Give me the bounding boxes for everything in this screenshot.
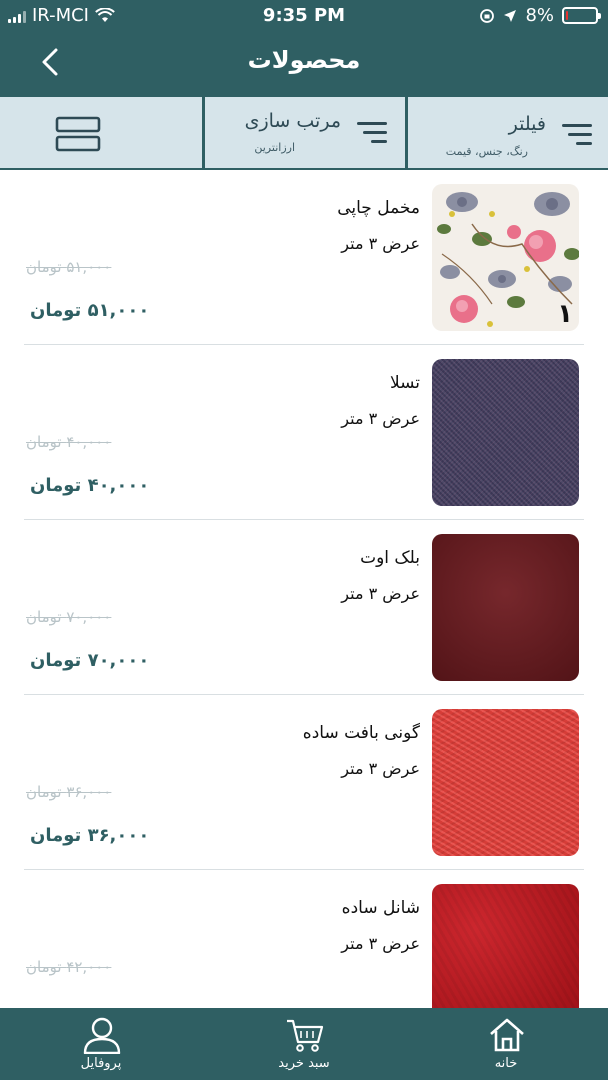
price: ۷۰,۰۰۰ تومان [30,650,150,671]
view-toggle-button[interactable] [0,97,202,168]
product-width: عرض ۳ متر [341,409,420,428]
rotation-lock-icon [480,8,495,23]
list-item[interactable]: تسلا عرض ۳ متر ۴۰,۰۰۰ تومان ۴۰,۰۰۰ تومان [0,345,608,520]
old-price: ۵۱,۰۰۰ تومان [26,258,112,276]
tab-cart-label: سبد خرید [278,1056,330,1071]
product-list: ۱ مخمل چاپی عرض ۳ متر ۵۱,۰۰۰ تومان ۵۱,۰۰… [0,170,608,1008]
price: ۴۰,۰۰۰ تومان [30,475,150,496]
product-thumbnail[interactable] [432,534,579,681]
cart-icon [287,1019,324,1052]
product-thumbnail[interactable] [432,359,579,506]
list-item[interactable]: ۱ مخمل چاپی عرض ۳ متر ۵۱,۰۰۰ تومان ۵۱,۰۰… [0,170,608,345]
page-title: محصولات [247,46,361,74]
filter-sub-label: رنگ، جنس، قیمت [445,145,528,158]
product-name: مخمل چاپی [337,198,420,218]
product-name: بلک اوت [360,548,420,568]
tab-home[interactable]: خانه [446,1008,566,1080]
tab-bar: خانه سبد خرید پروفایل [0,1008,608,1080]
tab-cart[interactable]: سبد خرید [244,1008,364,1080]
price: ۵۱,۰۰۰ تومان [30,300,150,321]
product-width: عرض ۳ متر [341,934,420,953]
price: ۳۶,۰۰۰ تومان [30,825,150,846]
sort-label: مرتب سازی [244,110,341,132]
product-width: عرض ۳ متر [341,759,420,778]
list-toolbar: مرتب سازی ارزانترین فیلتر رنگ، جنس، قیمت [0,94,608,170]
product-thumbnail[interactable] [432,884,579,1008]
battery-icon [562,7,601,24]
list-item[interactable]: شانل ساده عرض ۳ متر ۴۲,۰۰۰ تومان [0,870,608,1008]
user-icon [83,1017,121,1054]
product-name: شانل ساده [341,898,420,918]
tab-profile-label: پروفایل [80,1056,122,1071]
sort-lines-icon [353,122,387,150]
app-header: IR-MCI 9:35 PM 8% محصولات [0,0,608,94]
old-price: ۴۲,۰۰۰ تومان [26,958,112,976]
filter-lines-icon [558,124,592,152]
list-item[interactable]: گونی بافت ساده عرض ۳ متر ۳۶,۰۰۰ تومان ۳۶… [0,695,608,870]
old-price: ۳۶,۰۰۰ تومان [26,783,112,801]
home-icon [490,1018,524,1052]
sort-sub-label: ارزانترین [254,141,295,154]
nav-bar: محصولات [0,32,608,94]
old-price: ۷۰,۰۰۰ تومان [26,608,112,626]
tab-profile[interactable]: پروفایل [41,1008,161,1080]
product-name: گونی بافت ساده [302,723,420,743]
sort-button[interactable]: مرتب سازی ارزانترین [205,97,405,168]
product-width: عرض ۳ متر [341,584,420,603]
battery-percent: 8% [525,5,554,26]
grid-view-icon [55,116,101,152]
product-name: تسلا [389,373,420,393]
status-right: 8% [479,5,601,26]
status-bar: IR-MCI 9:35 PM 8% [0,0,608,32]
old-price: ۴۰,۰۰۰ تومان [26,433,112,451]
location-icon [504,9,517,22]
filter-label: فیلتر [508,113,546,135]
filter-button[interactable]: فیلتر رنگ، جنس، قیمت [408,97,608,168]
product-thumbnail[interactable]: ۱ [432,184,579,331]
product-width: عرض ۳ متر [341,234,420,253]
product-thumbnail[interactable] [432,709,579,856]
tab-home-label: خانه [494,1056,518,1071]
list-item[interactable]: بلک اوت عرض ۳ متر ۷۰,۰۰۰ تومان ۷۰,۰۰۰ تو… [0,520,608,695]
image-badge: ۱ [557,299,573,329]
